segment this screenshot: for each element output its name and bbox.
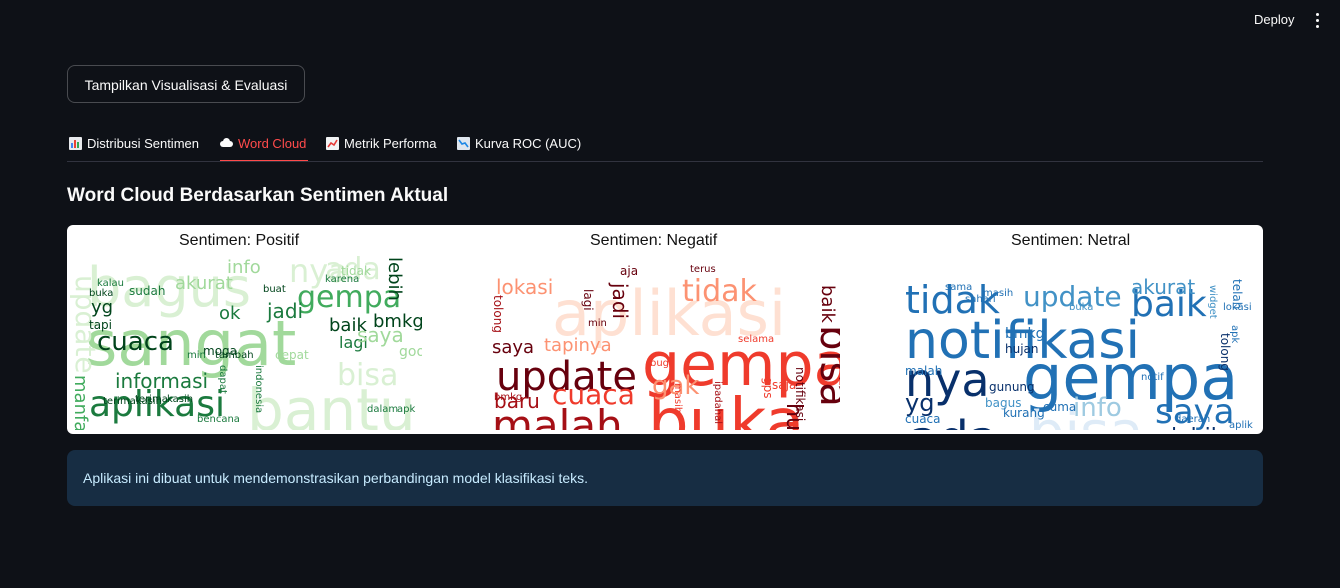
wordcloud-word: terimakasih: [103, 396, 162, 407]
wordcloud-word: masih: [983, 288, 1014, 299]
wordcloud-word: min: [187, 350, 206, 361]
wordcloud-word: ipadahal: [712, 381, 723, 424]
wordcloud-word: dapat: [217, 365, 228, 394]
wordcloud-word: cuaca: [97, 327, 174, 357]
wordcloud-word: dalam: [367, 404, 399, 415]
tab-metrik-performa[interactable]: Metrik Performa: [326, 126, 436, 160]
cloud-icon: [220, 137, 233, 150]
wordcloud-negatif: aplikasi gempa buka update malah bisa lokasi ti…: [492, 255, 840, 431]
trend-chart-icon: [326, 136, 339, 150]
wordcloud-word: info: [227, 257, 261, 278]
wordcloud-word: akurat: [1131, 275, 1196, 299]
wordcloud-word: bencana: [197, 414, 240, 425]
wordcloud-title-positif: Sentimen: Positif: [179, 232, 300, 249]
wordcloud-word: cuaca: [552, 378, 635, 411]
tab-divider: [67, 161, 1263, 162]
wordcloud-word: bmkg: [1005, 326, 1045, 342]
roc-chart-icon: [457, 136, 470, 150]
wordcloud-word: malah: [905, 364, 943, 378]
wordcloud-word: tapi: [89, 318, 113, 332]
deploy-button[interactable]: Deploy: [1244, 11, 1304, 29]
wordcloud-word: jadi: [608, 283, 632, 320]
kebab-menu-icon[interactable]: [1311, 11, 1323, 29]
wordcloud-word: lebih: [1171, 427, 1225, 431]
wordcloud-word: cuma: [1043, 400, 1077, 414]
wordcloud-word: bagus: [985, 396, 1022, 410]
top-header: Deploy: [0, 0, 1340, 40]
section-title: Word Cloud Berdasarkan Sentimen Aktual: [67, 185, 449, 206]
wordcloud-word: tidak: [682, 274, 757, 309]
wordcloud-word: cepat: [275, 348, 309, 362]
bar-chart-icon: [69, 136, 82, 150]
wordcloud-word: lagi: [581, 289, 595, 311]
wordcloud-word: terus: [690, 264, 716, 275]
wordcloud-word: apk: [1229, 325, 1240, 344]
wordcloud-word: informasi: [115, 369, 209, 393]
wordcloud-word: buat: [263, 284, 286, 295]
wordcloud-word: good: [399, 344, 422, 360]
wordcloud-title-netral: Sentimen: Netral: [1011, 232, 1131, 249]
show-visualization-button[interactable]: Tampilkan Visualisasi & Evaluasi: [67, 65, 305, 103]
wordcloud-word: akurat: [175, 273, 233, 294]
wordcloud-word: bmkg: [494, 392, 523, 403]
wordcloud-word: lebih: [384, 257, 405, 301]
wordcloud-title-negatif: Sentimen: Negatif: [590, 232, 718, 249]
wordcloud-word: kalau: [97, 278, 124, 289]
wordcloud-word: bmkg: [373, 311, 422, 332]
wordcloud-word: notifikasi: [793, 367, 807, 422]
wordcloud-word: karena: [325, 274, 360, 285]
wordcloud-word: buka: [89, 288, 114, 299]
wordcloud-word: widget: [1207, 285, 1218, 319]
wordcloud-word: tapinya: [544, 335, 612, 356]
wordcloud-word: tambah: [215, 350, 254, 361]
tab-word-cloud[interactable]: Word Cloud: [220, 126, 308, 162]
wordcloud-word: sudah: [129, 284, 166, 298]
wordcloud-word: tolong: [492, 295, 505, 333]
wordcloud-word: bisa: [337, 358, 399, 393]
wordcloud-word: aja: [620, 264, 639, 278]
wordcloud-word: selama: [738, 334, 775, 345]
wordcloud-word: gunung: [989, 380, 1035, 394]
wordcloud-word: lokasi: [496, 275, 554, 299]
wordcloud-panel: Sentimen: Positif bagus sangat aplikasi gem…: [67, 225, 1263, 434]
wordcloud-word: ok: [219, 303, 241, 324]
wordcloud-word: lokasi: [1223, 302, 1252, 313]
wordcloud-word: indonesia: [253, 365, 264, 414]
wordcloud-word: saja: [772, 378, 797, 392]
wordcloud-word: kasih: [167, 394, 194, 405]
tab-label: Distribusi Sentimen: [87, 135, 199, 151]
tab-label: Word Cloud: [238, 135, 307, 151]
wordcloud-word: cuaca: [905, 412, 941, 426]
wordcloud-netral: notifikasigempanyaadabisasayatidakupdate…: [905, 255, 1253, 430]
wordcloud-word: baik: [817, 285, 838, 323]
tab-kurva-roc[interactable]: Kurva ROC (AUC): [457, 126, 581, 160]
wordcloud-word: notif: [1141, 372, 1164, 383]
tab-label: Metrik Performa: [344, 135, 437, 151]
wordcloud-word: yg: [91, 297, 114, 318]
tab-bar: Distribusi Sentimen Word Cloud Metrik Pe…: [67, 126, 1263, 162]
tab-distribusi-sentimen[interactable]: Distribusi Sentimen: [69, 126, 199, 160]
info-alert: Aplikasi ini dibuat untuk mendemonstrasi…: [67, 450, 1263, 506]
wordcloud-word: sama: [945, 282, 973, 293]
wordcloud-word: daerah: [1175, 414, 1211, 425]
wordcloud-positif: bagus sangat aplikasi gempa cuaca informasi ba…: [67, 255, 422, 430]
wordcloud-word: jadi: [267, 299, 304, 323]
wordcloud-word: saya: [492, 337, 535, 358]
wordcloud-word: apk: [397, 404, 416, 415]
wordcloud-word: aplikasi: [1229, 420, 1253, 431]
wordcloud-word: hujan: [1005, 342, 1039, 356]
wordcloud-word: bug: [650, 358, 670, 369]
wordcloud-word: manfaat: [70, 375, 91, 430]
wordcloud-word: buka: [1069, 302, 1094, 313]
wordcloud-word: info: [1073, 393, 1122, 423]
wordcloud-word: bisa: [811, 325, 840, 407]
wordcloud-word: masih: [672, 383, 683, 414]
tab-label: Kurva ROC (AUC): [475, 135, 582, 151]
wordcloud-word: min: [588, 318, 607, 329]
